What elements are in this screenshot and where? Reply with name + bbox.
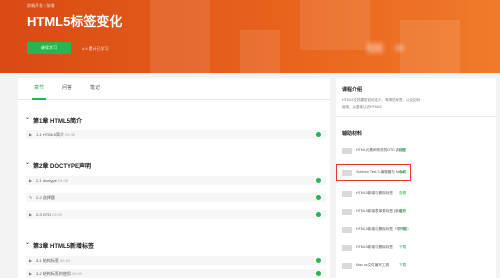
chevron-down-icon[interactable]: ⌄ [25,239,30,246]
lesson-item[interactable]: ▶ 1-1 HTML5简介 06:36 [26,130,326,139]
lesson-duration: 04:08 [58,178,69,183]
file-icon [342,227,352,233]
completed-check-icon [316,178,321,183]
chapter-title[interactable]: 第3章 HTML5新增标签 [33,241,94,250]
file-icon [342,148,352,154]
file-icon [342,209,352,215]
file-icon [342,263,352,269]
resource-name: HTML5新增与删除标签 [356,245,393,249]
lesson-item[interactable]: ▶ 3-2 结构标签的使用 05:09 [26,269,326,278]
resource-item[interactable]: HTML5新增与删除标签 下载 [339,241,493,255]
active-tab-indicator [32,98,46,100]
course-content: 章节 问答 笔记 ⌄ 第1章 HTML5简介 ▶ 1-1 HTML5简介 06:… [18,78,330,278]
view-link[interactable]: 查看 [399,148,406,153]
tab-chapters[interactable]: 章节 [34,84,44,91]
resource-name: Mac os文件编写工具 [356,263,390,267]
play-icon: ▶ [29,271,33,276]
resource-name: HTML元素和有效的DTD (标准) [356,148,406,152]
completed-check-icon [316,132,321,137]
tab-qa[interactable]: 问答 [62,84,72,91]
completed-check-icon [316,212,321,217]
tab-notes[interactable]: 笔记 [90,84,100,91]
resource-item[interactable]: HTML元素和有效的DTD (标准) 查看 [339,144,493,158]
view-link[interactable]: 查看 [399,191,406,196]
intro-text: HTML5文档模型如何定义，有哪些标签，以及如何 [342,98,420,102]
lesson-title: 2-1 doctype [36,178,57,183]
banner-pattern [400,20,460,73]
breadcrumb[interactable]: 前端开发 \ 前端 [27,3,54,9]
completed-check-icon [316,271,321,276]
resource-item[interactable]: HTML5新增表单类标签 (新增) 查看 [339,205,493,219]
lesson-duration: 06:36 [65,132,76,137]
play-icon: ▶ [29,178,33,183]
lesson-duration: 06:54 [60,258,71,263]
blurred-info [395,45,404,51]
chapter-title[interactable]: 第1章 HTML5简介 [33,116,82,125]
quiz-icon: ✎ [29,195,33,200]
lesson-item[interactable]: ✎ 2-2 选择题 [26,193,326,202]
download-link[interactable]: 下载 [399,227,406,232]
banner-pattern [240,30,280,73]
resource-name: HTML5新增表单类标签 (新增) [356,209,404,213]
lesson-item[interactable]: ▶ 3-1 结构标签 06:54 [26,256,326,265]
completed-check-icon [316,195,321,200]
resource-item[interactable]: Mac os文件编写工具 下载 [339,259,493,273]
lesson-title: 2-2 选择题 [36,195,55,200]
file-icon [342,245,352,251]
sidebar: 课程介绍 HTML5文档模型如何定义，有哪些标签，以及如何 使用，从整体认识HT… [336,78,496,278]
course-banner: 前端开发 \ 前端 HTML5标签变化 继续学习 4.4 累计已学习 [0,0,500,73]
lesson-item[interactable]: ▶ 2-1 doctype 04:08 [26,176,326,185]
intro-heading: 课程介绍 [342,87,363,93]
banner-pattern [300,0,370,50]
lesson-duration: 05:09 [72,271,83,276]
lesson-title: 3-1 结构标签 [36,258,59,263]
play-icon: ▶ [29,132,33,137]
download-link[interactable]: 下载 [399,245,406,250]
chevron-down-icon[interactable]: ⌄ [25,159,30,166]
learner-count: 4.4 累计已学习 [82,46,109,51]
tab-bar: 章节 问答 笔记 [18,78,330,100]
download-link[interactable]: 下载 [399,263,406,268]
blurred-info [367,43,383,53]
file-icon [342,191,352,197]
lesson-item[interactable]: ▶ 2-3 DTD 04:30 [26,210,326,219]
completed-check-icon [316,258,321,263]
lesson-duration: 04:30 [52,212,63,217]
play-icon: ▶ [29,212,33,217]
resource-name: HTML5新增与删除标签 [356,191,393,195]
divider [336,116,496,117]
banner-pattern [150,0,210,73]
resource-item[interactable]: HTML5新增与删除标签（带代码） 下载 [339,223,493,237]
page-title: HTML5标签变化 [27,14,123,29]
play-icon: ▶ [29,258,33,263]
chevron-down-icon[interactable]: ⌄ [25,114,30,121]
intro-text: 使用，从整体认识HTML5 [342,105,382,109]
materials-heading: 辅助材料 [342,131,363,137]
continue-learning-button[interactable]: 继续学习 [27,42,71,54]
view-link[interactable]: 查看 [399,209,406,214]
lesson-title: 2-3 DTD [36,212,52,217]
lesson-title: 3-2 结构标签的使用 [36,271,71,276]
resource-item[interactable]: HTML5新增与删除标签 查看 [339,187,493,201]
highlight-box [336,164,411,181]
lesson-title: 1-1 HTML5简介 [36,132,65,137]
chapter-title[interactable]: 第2章 DOCTYPE声明 [33,161,91,170]
